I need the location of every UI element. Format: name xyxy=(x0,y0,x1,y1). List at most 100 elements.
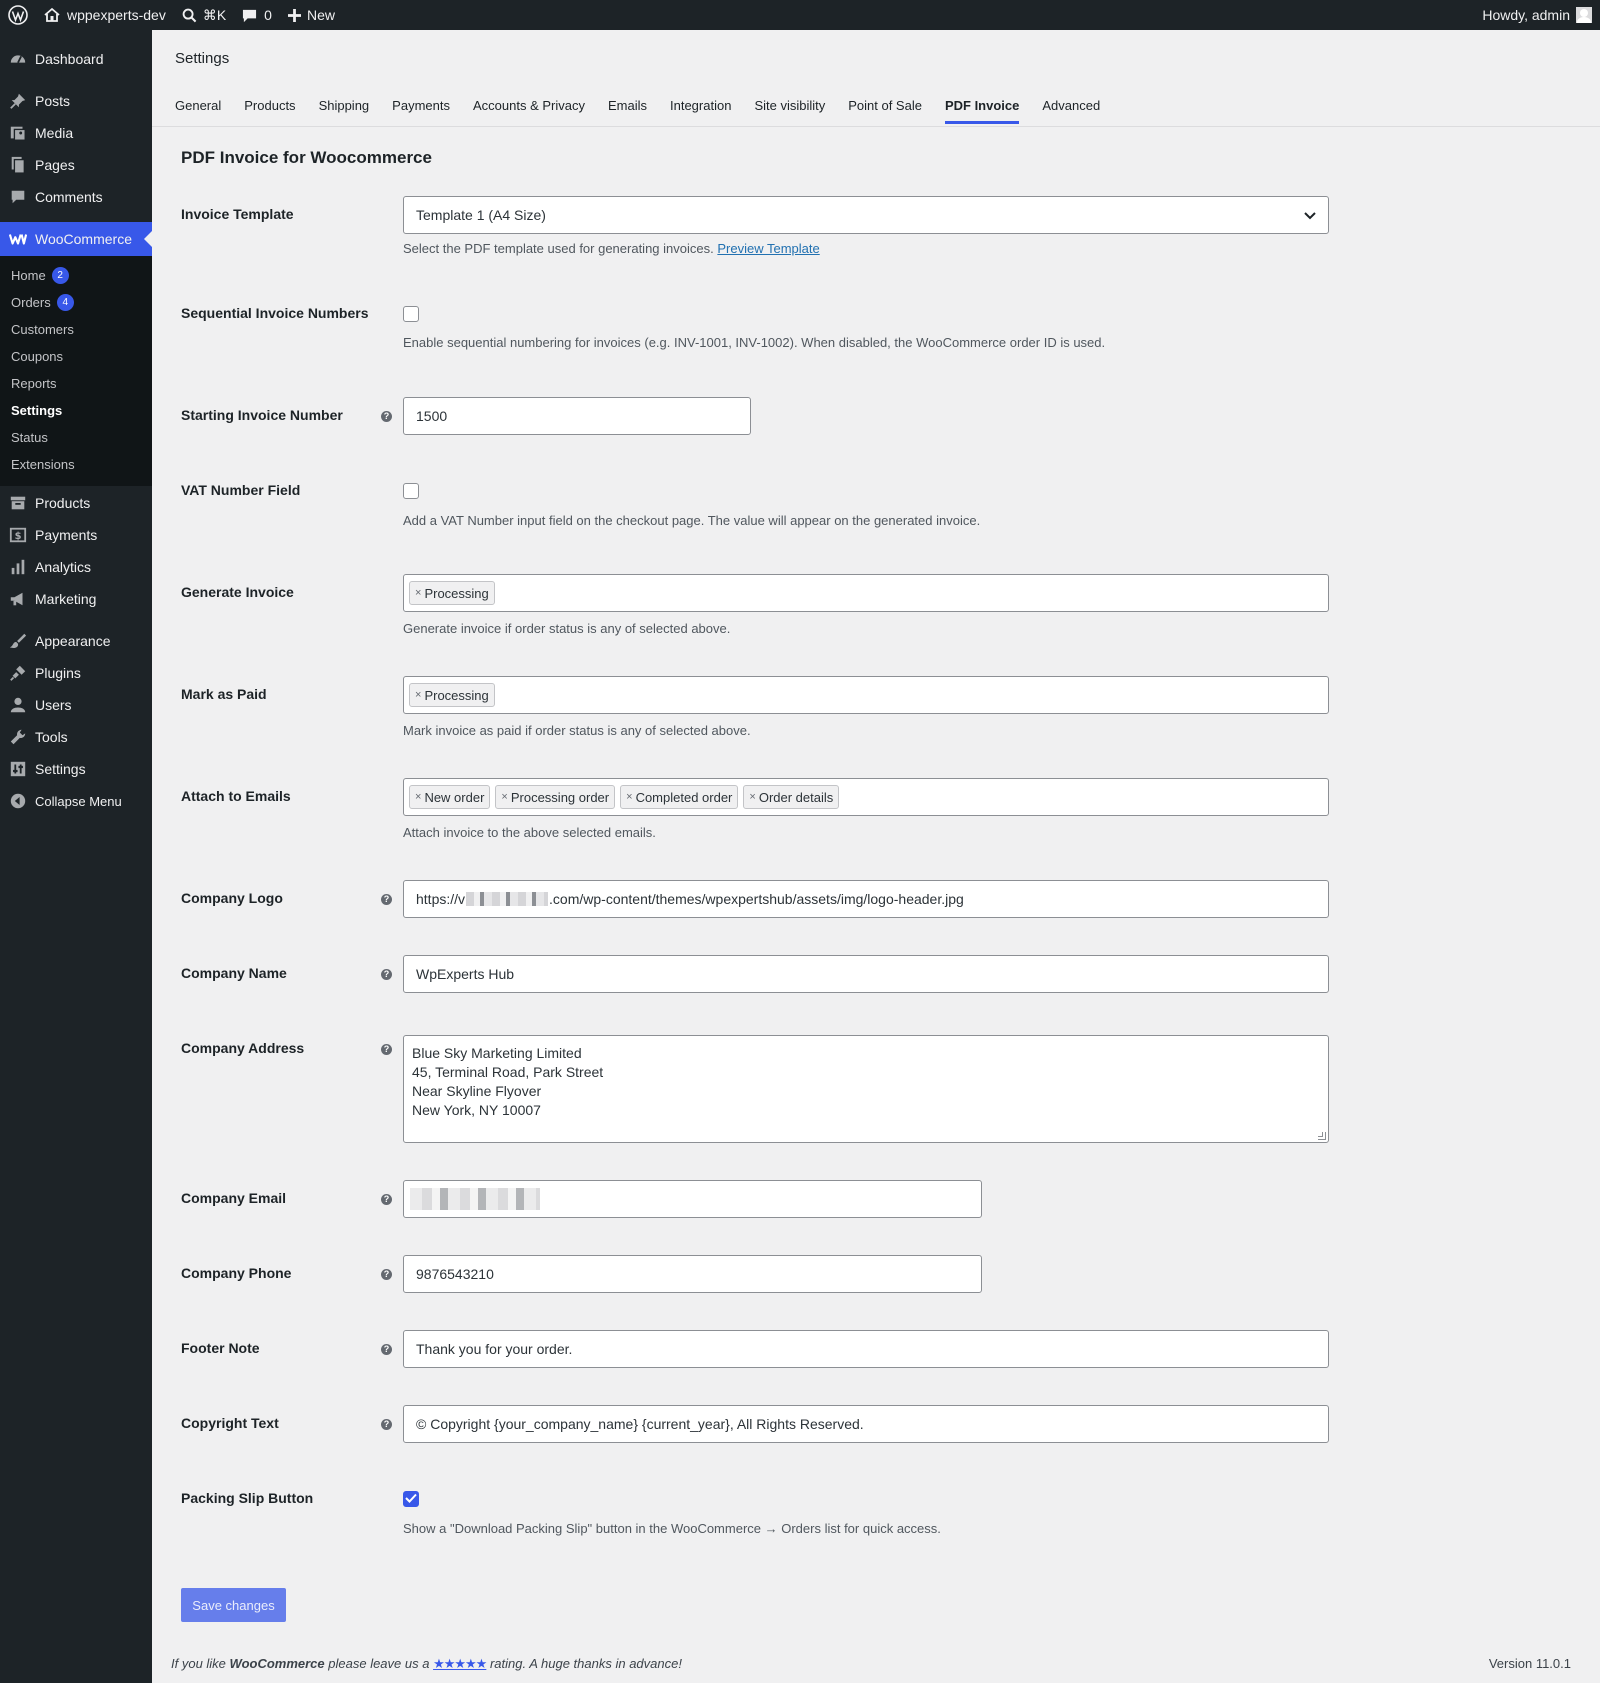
remove-tag-icon[interactable]: × xyxy=(415,791,421,803)
footer-note-label: Footer Note xyxy=(181,1340,260,1356)
submenu-item-reports[interactable]: Reports xyxy=(0,370,152,397)
sidebar-item-payments[interactable]: $ Payments xyxy=(0,519,152,551)
comment-icon xyxy=(9,188,27,206)
submenu-item-status[interactable]: Status xyxy=(0,424,152,451)
submenu-item-label: Status xyxy=(11,430,48,445)
remove-tag-icon[interactable]: × xyxy=(749,791,755,803)
starting-number-input[interactable]: 1500 xyxy=(403,397,751,435)
sidebar-item-label: Dashboard xyxy=(35,51,104,67)
tab-pdf-invoice[interactable]: PDF Invoice xyxy=(944,98,1020,124)
sidebar-item-dashboard[interactable]: Dashboard xyxy=(0,43,152,75)
sidebar-item-label: Products xyxy=(35,495,91,511)
section-title: PDF Invoice for Woocommerce xyxy=(181,148,432,167)
account-menu[interactable]: Howdy, admin xyxy=(1482,7,1600,23)
help-icon[interactable]: ? xyxy=(381,969,392,980)
status-tag: × Processing xyxy=(409,683,495,707)
preview-template-link[interactable]: Preview Template xyxy=(717,241,819,256)
submenu-item-home[interactable]: Home 2 xyxy=(0,262,152,289)
tab-emails[interactable]: Emails xyxy=(608,98,647,124)
company-phone-value: 9876543210 xyxy=(416,1266,494,1282)
attach-emails-description: Attach invoice to the above selected ema… xyxy=(403,825,656,840)
tab-general[interactable]: General xyxy=(175,98,221,124)
site-name-link[interactable]: wppexperts-dev xyxy=(36,0,174,30)
new-content-link[interactable]: New xyxy=(280,0,343,30)
remove-tag-icon[interactable]: × xyxy=(501,791,507,803)
submenu-item-settings[interactable]: Settings xyxy=(0,397,152,424)
sidebar-item-label: Analytics xyxy=(35,559,92,575)
company-logo-label: Company Logo xyxy=(181,890,283,906)
sidebar-item-users[interactable]: Users xyxy=(0,689,152,721)
help-icon[interactable]: ? xyxy=(381,1044,392,1055)
resize-handle-icon[interactable] xyxy=(1318,1132,1326,1140)
sidebar-item-tools[interactable]: Tools xyxy=(0,721,152,753)
sidebar-item-media[interactable]: Media xyxy=(0,117,152,149)
help-icon[interactable]: ? xyxy=(381,1344,392,1355)
attach-emails-select[interactable]: × New order × Processing order × Completed … xyxy=(403,778,1329,816)
remove-tag-icon[interactable]: × xyxy=(626,791,632,803)
save-button[interactable]: Save changes xyxy=(181,1588,286,1622)
tab-shipping[interactable]: Shipping xyxy=(319,98,370,124)
company-name-input[interactable]: WpExperts Hub xyxy=(403,955,1329,993)
sidebar-item-settings[interactable]: Settings xyxy=(0,753,152,785)
company-email-input[interactable] xyxy=(403,1180,982,1218)
submenu-item-orders[interactable]: Orders 4 xyxy=(0,289,152,316)
wordpress-logo-icon[interactable] xyxy=(0,0,36,30)
sidebar-item-plugins[interactable]: Plugins xyxy=(0,657,152,689)
mark-paid-select[interactable]: × Processing xyxy=(403,676,1329,714)
tab-products[interactable]: Products xyxy=(244,98,295,124)
sidebar-item-label: Pages xyxy=(35,157,75,173)
sidebar-item-analytics[interactable]: Analytics xyxy=(0,551,152,583)
company-logo-input[interactable]: https://v .com/wp-content/themes/wpexpert… xyxy=(403,880,1329,918)
remove-tag-icon[interactable]: × xyxy=(415,689,421,701)
version-text: Version 11.0.1 xyxy=(1488,1656,1571,1671)
command-search[interactable]: ⌘K xyxy=(174,0,234,30)
sequential-checkbox[interactable] xyxy=(403,306,419,322)
footer-note-input[interactable]: Thank you for your order. xyxy=(403,1330,1329,1368)
sidebar-item-marketing[interactable]: Marketing xyxy=(0,583,152,615)
tab-advanced[interactable]: Advanced xyxy=(1042,98,1100,124)
vat-checkbox[interactable] xyxy=(403,483,419,499)
comment-icon xyxy=(242,8,257,23)
tab-site-visibility[interactable]: Site visibility xyxy=(754,98,825,124)
tag-label: Processing order xyxy=(510,789,610,805)
submenu-item-customers[interactable]: Customers xyxy=(0,316,152,343)
company-name-label: Company Name xyxy=(181,965,287,981)
submenu-item-extensions[interactable]: Extensions xyxy=(0,451,152,478)
invoice-template-desc-text: Select the PDF template used for generat… xyxy=(403,241,714,256)
invoice-template-select[interactable]: Template 1 (A4 Size) xyxy=(403,196,1329,234)
help-icon[interactable]: ? xyxy=(381,1269,392,1280)
tab-point-of-sale[interactable]: Point of Sale xyxy=(848,98,922,124)
tab-accounts-privacy[interactable]: Accounts & Privacy xyxy=(473,98,585,124)
help-icon[interactable]: ? xyxy=(381,411,392,422)
redacted-text xyxy=(466,892,549,906)
sidebar-item-pages[interactable]: Pages xyxy=(0,149,152,181)
submenu-item-coupons[interactable]: Coupons xyxy=(0,343,152,370)
generate-invoice-select[interactable]: × Processing xyxy=(403,574,1329,612)
company-address-textarea[interactable]: Blue Sky Marketing Limited 45, Terminal … xyxy=(403,1035,1329,1143)
collapse-menu-button[interactable]: Collapse Menu xyxy=(0,785,152,817)
sidebar-item-label: Marketing xyxy=(35,591,97,607)
sidebar-item-appearance[interactable]: Appearance xyxy=(0,625,152,657)
help-icon[interactable]: ? xyxy=(381,1419,392,1430)
company-address-label: Company Address xyxy=(181,1040,305,1056)
tab-payments[interactable]: Payments xyxy=(392,98,450,124)
copyright-label: Copyright Text xyxy=(181,1415,279,1431)
footer-text-after: rating. A huge thanks in advance! xyxy=(486,1656,682,1671)
sidebar-item-comments[interactable]: Comments xyxy=(0,181,152,213)
rating-stars-link[interactable]: ★★★★★ xyxy=(433,1656,487,1671)
copyright-input[interactable]: © Copyright {your_company_name} {current… xyxy=(403,1405,1329,1443)
sidebar-item-label: Appearance xyxy=(35,633,111,649)
sidebar-item-label: Tools xyxy=(35,729,68,745)
tab-integration[interactable]: Integration xyxy=(670,98,731,124)
pin-icon xyxy=(9,92,27,110)
comments-link[interactable]: 0 xyxy=(234,0,280,30)
sidebar-item-products[interactable]: Products xyxy=(0,487,152,519)
help-icon[interactable]: ? xyxy=(381,1194,392,1205)
remove-tag-icon[interactable]: × xyxy=(415,587,421,599)
packing-slip-checkbox[interactable] xyxy=(403,1491,419,1507)
company-phone-input[interactable]: 9876543210 xyxy=(403,1255,982,1293)
sidebar-item-posts[interactable]: Posts xyxy=(0,85,152,117)
submenu-item-label: Settings xyxy=(11,403,63,418)
sidebar-item-woocommerce[interactable]: WooCommerce xyxy=(0,222,152,256)
help-icon[interactable]: ? xyxy=(381,894,392,905)
